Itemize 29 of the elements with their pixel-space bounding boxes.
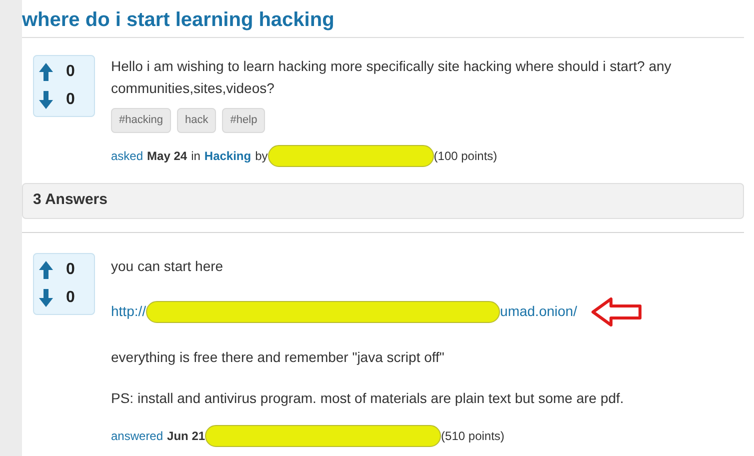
answers-header: 3 Answers xyxy=(22,182,744,218)
link-start[interactable]: http:// xyxy=(111,301,146,322)
asked-link[interactable]: asked xyxy=(111,146,144,164)
meta-text: in xyxy=(191,148,200,164)
post-date: Jun 21 xyxy=(167,428,206,444)
user-points: (510 points) xyxy=(441,428,504,444)
user-points: (100 points) xyxy=(434,148,498,164)
question-title[interactable]: where do i start learning hacking xyxy=(22,6,744,38)
answered-link[interactable]: answered xyxy=(111,426,164,444)
up-arrow-icon[interactable] xyxy=(39,63,53,81)
tag[interactable]: hack xyxy=(177,108,216,132)
down-arrow-icon[interactable] xyxy=(39,91,53,109)
post-date: May 24 xyxy=(147,148,188,164)
down-arrow-icon[interactable] xyxy=(39,288,53,306)
question-body: Hello i am wishing to learn hacking more specifically site hacking where should i start? any communities,sites,videos? xyxy=(111,57,672,98)
vote-count: 0 xyxy=(66,262,75,278)
meta-text: by xyxy=(255,148,268,164)
tag[interactable]: #help xyxy=(222,108,266,132)
vote-count: 0 xyxy=(66,290,75,306)
arrow-annotation xyxy=(591,296,644,326)
answer-text: you can start here xyxy=(111,256,224,276)
answer-text: PS: install and antivirus program. most of materials are plain text but some are pdf. xyxy=(111,388,625,408)
vote-count: 0 xyxy=(66,64,75,80)
link-end[interactable]: umad.onion/ xyxy=(500,301,578,322)
vote-count: 0 xyxy=(66,92,75,108)
tag[interactable]: #hacking xyxy=(111,108,172,132)
answer-text: everything is free there and remember "java script off" xyxy=(111,348,446,367)
up-arrow-icon[interactable] xyxy=(39,260,53,278)
category-link[interactable]: Hacking xyxy=(204,146,252,164)
